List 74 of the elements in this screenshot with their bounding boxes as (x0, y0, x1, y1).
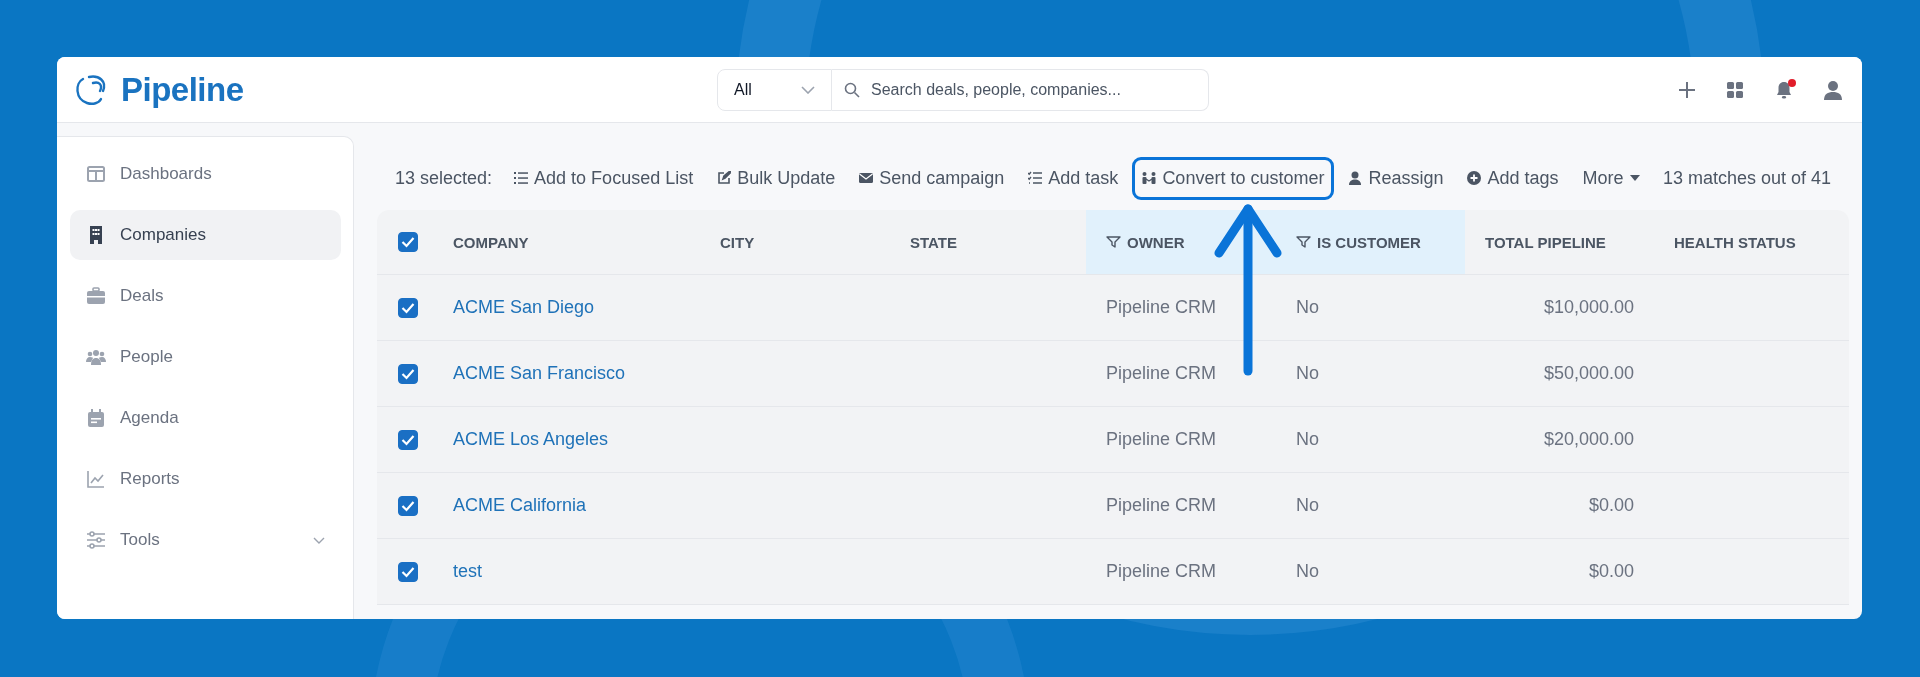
more-dropdown[interactable]: More (1572, 156, 1650, 200)
apps-grid-icon[interactable] (1726, 80, 1744, 99)
selection-count: 13 selected: (395, 167, 493, 189)
table-cell: Pipeline CRM (1106, 297, 1217, 318)
select-all-checkbox[interactable] (398, 232, 418, 252)
table-cell: Pipeline CRM (1106, 429, 1217, 450)
sidebar-item[interactable]: Companies (70, 210, 341, 260)
company-link[interactable]: ACME Los Angeles (453, 429, 609, 450)
column-header[interactable]: COMPANY (433, 210, 700, 274)
sliders-icon (86, 530, 106, 550)
table-cell: Pipeline CRM (1106, 363, 1217, 384)
bulk-action-button[interactable]: Add to Focused List (504, 156, 704, 200)
envelope-icon (859, 171, 874, 185)
filter-icon (1296, 236, 1311, 248)
search-scope-dropdown[interactable]: All (717, 68, 832, 111)
row-checkbox[interactable] (398, 297, 418, 318)
company-link[interactable]: ACME California (453, 495, 587, 516)
bulk-action-button[interactable]: Add task (1018, 156, 1129, 200)
row-checkbox[interactable] (398, 429, 418, 450)
table-cell: No (1296, 495, 1319, 516)
table-cell: $0.00 (1588, 495, 1634, 516)
sidebar-item[interactable]: Tools (70, 515, 341, 565)
table-cell: $50,000.00 (1543, 363, 1634, 384)
row-checkbox[interactable] (398, 495, 418, 516)
search-field[interactable]: Search deals, people, companies... (832, 68, 1209, 111)
table-cell: Pipeline CRM (1106, 561, 1217, 582)
column-header[interactable]: IS CUSTOMER (1276, 210, 1465, 274)
checklist-icon (1028, 171, 1043, 185)
plus-circle-icon (1467, 171, 1482, 185)
add-icon[interactable] (1678, 80, 1696, 99)
row-checkbox[interactable] (398, 561, 418, 582)
table-cell: No (1296, 561, 1319, 582)
bulk-action-button[interactable]: Reassign (1338, 156, 1454, 200)
line-chart-icon (86, 469, 106, 489)
edit-icon (717, 171, 732, 185)
search-icon (844, 81, 860, 98)
table-cell: No (1296, 429, 1319, 450)
sidebar-item[interactable]: Reports (70, 454, 341, 504)
sidebar-item[interactable]: Deals (70, 271, 341, 321)
filter-icon (1106, 236, 1121, 248)
table-cell: Pipeline CRM (1106, 495, 1217, 516)
people-icon (86, 347, 106, 367)
match-count: 13 matches out of 41 (1662, 167, 1832, 189)
table-cell: No (1296, 363, 1319, 384)
column-header[interactable]: STATE (890, 210, 1086, 274)
bulk-action-button[interactable]: Convert to customer (1132, 156, 1335, 200)
table-cell: $0.00 (1588, 561, 1634, 582)
columns-icon (86, 164, 106, 184)
chevron-down-icon (801, 85, 815, 94)
calendar-icon (86, 408, 106, 428)
bulk-action-button[interactable]: Add tags (1457, 156, 1569, 200)
column-header[interactable]: HEALTH STATUS (1654, 210, 1849, 274)
bulk-action-button[interactable]: Bulk Update (707, 156, 846, 200)
column-header[interactable]: TOTAL PIPELINE (1465, 210, 1654, 274)
briefcase-icon (86, 286, 106, 306)
sidebar-item[interactable]: Agenda (70, 393, 341, 443)
row-checkbox[interactable] (398, 363, 418, 384)
sidebar-item[interactable]: Dashboards (70, 149, 341, 199)
company-link[interactable]: ACME San Diego (453, 297, 595, 318)
company-link[interactable]: ACME San Francisco (453, 363, 626, 384)
user-icon (1348, 171, 1363, 185)
company-link[interactable]: test (453, 561, 482, 582)
table-cell: $20,000.00 (1543, 429, 1634, 450)
table-cell: $10,000.00 (1543, 297, 1634, 318)
table-cell: No (1296, 297, 1319, 318)
logo-text[interactable]: Pipeline (121, 70, 244, 109)
notifications-icon[interactable] (1774, 79, 1794, 100)
sidebar-item[interactable]: People (70, 332, 341, 382)
list-icon (514, 171, 529, 185)
column-header[interactable]: CITY (700, 210, 890, 274)
caret-down-icon (1629, 175, 1640, 181)
user-avatar-icon[interactable] (1824, 79, 1842, 100)
people-icon (1142, 171, 1157, 185)
bulk-action-button[interactable]: Send campaign (849, 156, 1015, 200)
